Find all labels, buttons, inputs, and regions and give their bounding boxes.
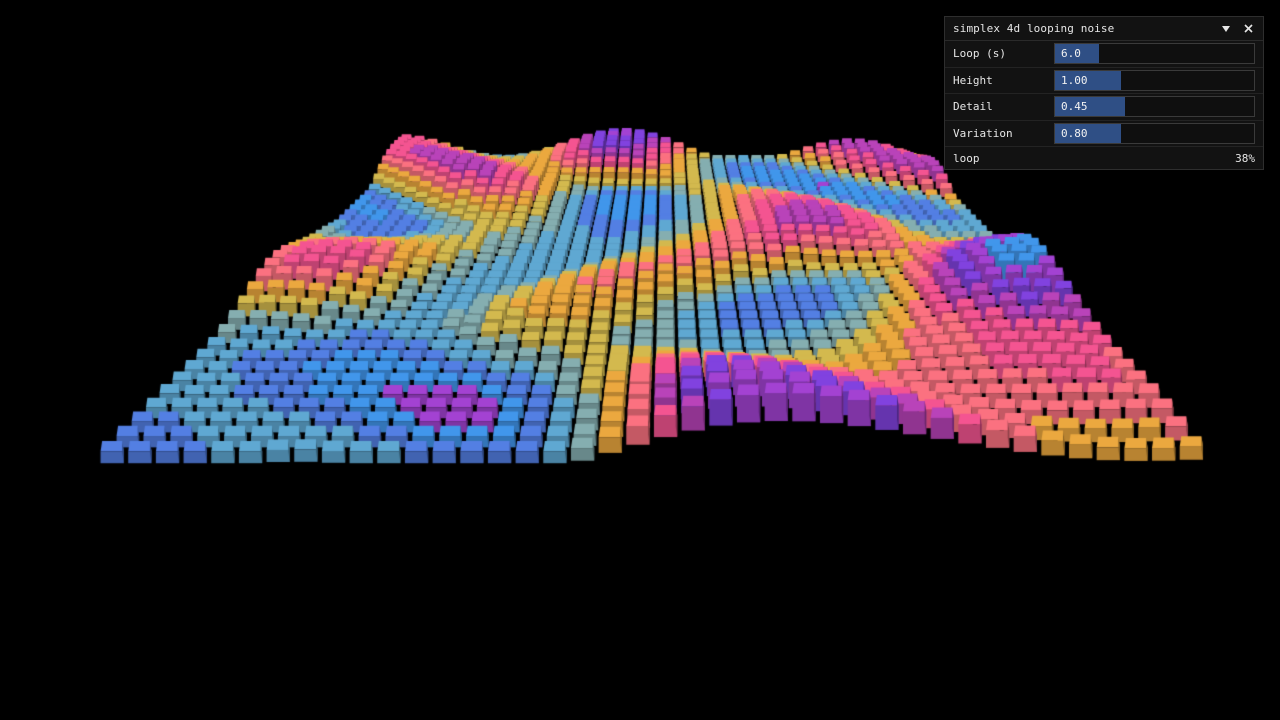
close-icon[interactable] — [1241, 22, 1255, 36]
height-slider[interactable]: 1.00 — [1054, 69, 1255, 91]
loop-slider[interactable]: 6.0 — [1054, 43, 1255, 65]
height-value: 1.00 — [1061, 73, 1088, 87]
detail-control-row: Detail 0.45 — [945, 94, 1263, 121]
loop-progress-label: loop — [953, 152, 980, 165]
variation-value: 0.80 — [1061, 126, 1088, 140]
control-panel: simplex 4d looping noise Loop (s) 6.0 He… — [944, 16, 1264, 170]
loop-progress-row: loop 38% — [945, 147, 1263, 170]
height-control-row: Height 1.00 — [945, 68, 1263, 94]
triangle-down-icon[interactable] — [1219, 22, 1233, 36]
variation-label: Variation — [953, 126, 1013, 140]
panel-header: simplex 4d looping noise — [945, 17, 1263, 41]
variation-slider[interactable]: 0.80 — [1054, 122, 1255, 144]
detail-value: 0.45 — [1061, 100, 1088, 114]
loop-value: 6.0 — [1061, 47, 1081, 61]
detail-label: Detail — [953, 100, 993, 114]
height-label: Height — [953, 73, 993, 87]
detail-slider[interactable]: 0.45 — [1054, 96, 1255, 118]
loop-label: Loop (s) — [953, 47, 1006, 61]
loop-control-row: Loop (s) 6.0 — [945, 41, 1263, 68]
loop-progress-value: 38% — [1235, 152, 1255, 165]
variation-control-row: Variation 0.80 — [945, 121, 1263, 147]
panel-title: simplex 4d looping noise — [953, 22, 1115, 35]
